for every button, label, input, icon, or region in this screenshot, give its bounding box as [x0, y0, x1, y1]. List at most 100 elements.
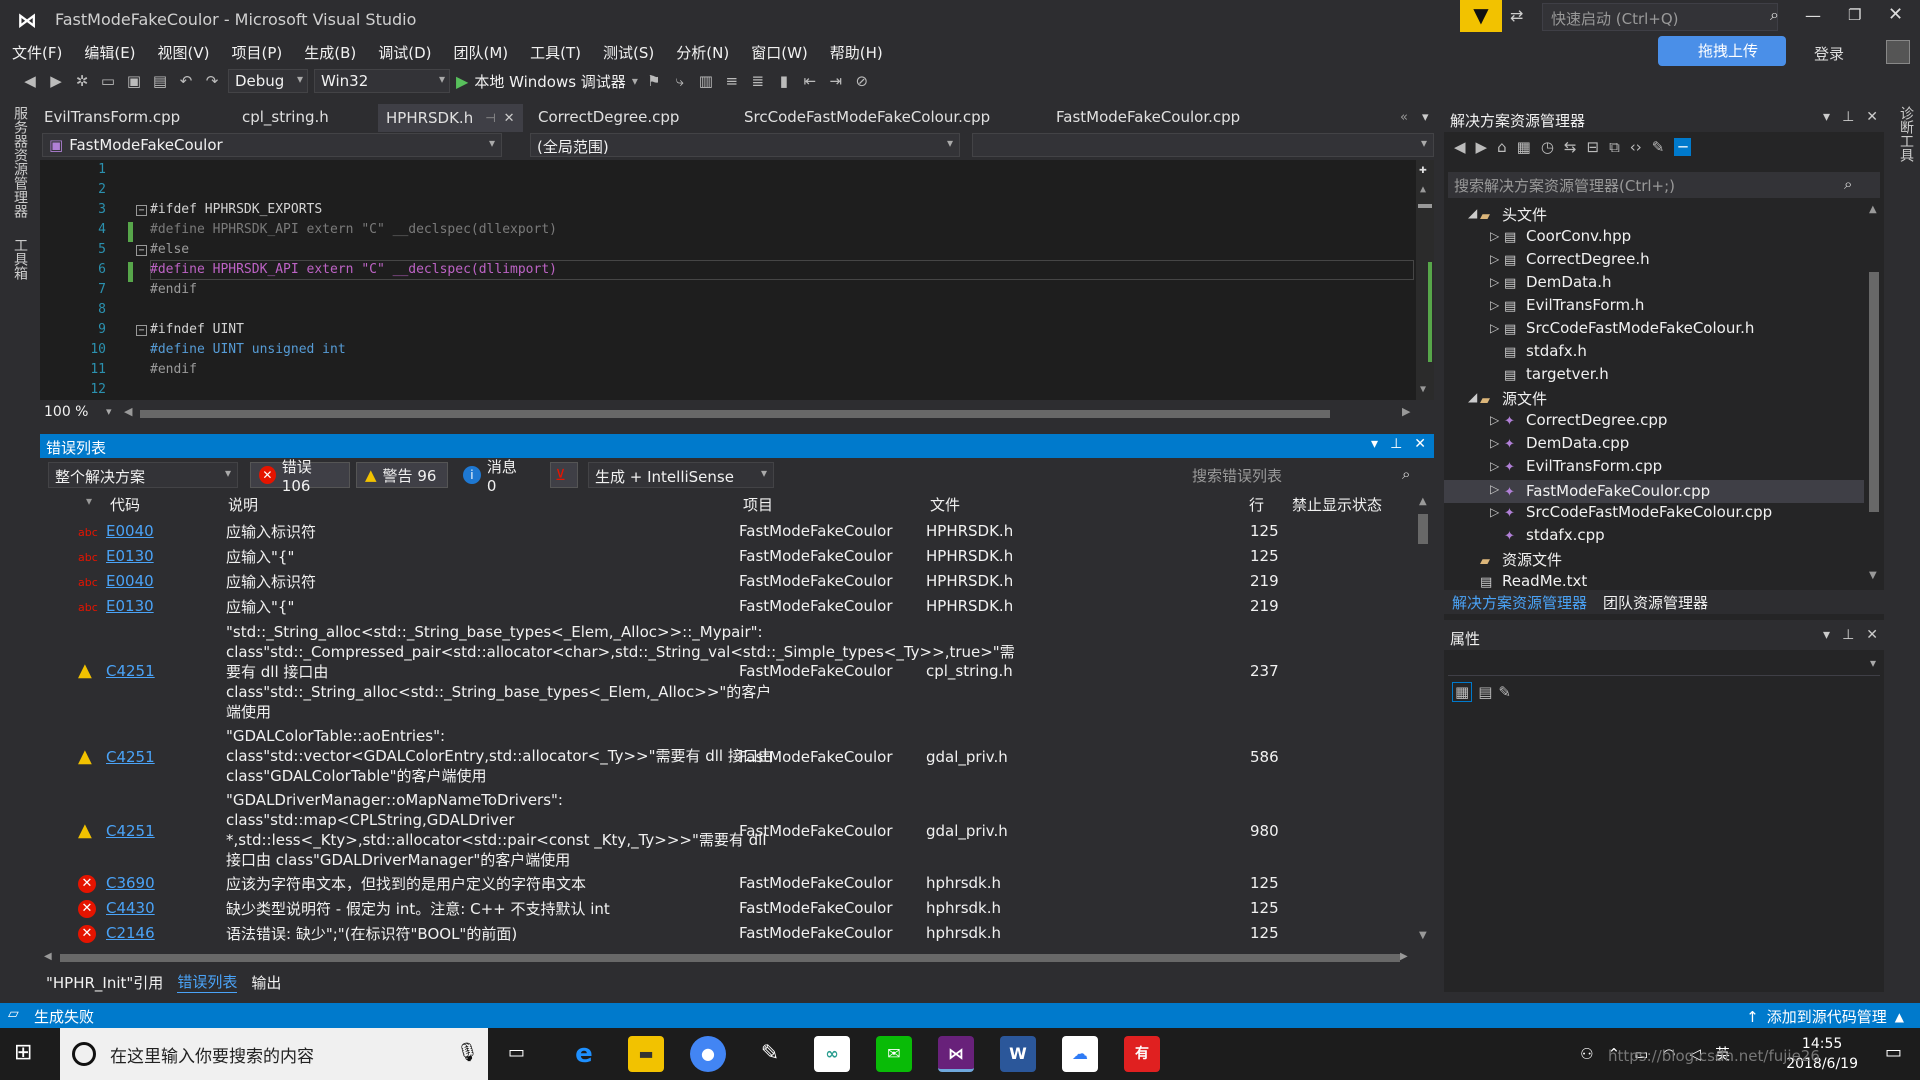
tree-item[interactable]: ▷ ▤ DemData.h [1490, 273, 1611, 296]
scope-select[interactable]: (全局范围) [530, 133, 960, 157]
tab-cpl-string-h[interactable]: cpl_string.h [242, 108, 329, 126]
browser-link-icon[interactable]: ⚑ [644, 72, 664, 90]
collapse-icon[interactable]: − [136, 245, 147, 256]
sort-icon[interactable]: ▾ [86, 494, 92, 508]
bookmark-icon[interactable]: ▮ [774, 72, 794, 90]
tab-solution-explorer[interactable]: 解决方案资源管理器 [1452, 592, 1587, 613]
collapsed-icon[interactable]: ▷ [1490, 229, 1499, 243]
error-scope-select[interactable]: 整个解决方案 [48, 462, 238, 488]
error-code-link[interactable]: E0040 [106, 572, 154, 590]
error-code-link[interactable]: C4251 [106, 662, 155, 680]
search-icon[interactable]: ⌕ [1844, 175, 1852, 193]
properties-wrench-icon[interactable]: ✎ [1652, 138, 1665, 156]
server-explorer-tab[interactable]: 服务器资源管理器 [10, 106, 30, 218]
column-file[interactable]: 文件 [930, 494, 960, 515]
collapse-all-icon[interactable]: ⊟ [1586, 138, 1599, 156]
tree-item[interactable]: ▷ ✦ DemData.cpp [1490, 434, 1629, 457]
split-icon[interactable]: ✚ [1419, 162, 1427, 177]
column-suppression[interactable]: 禁止显示状态 [1292, 494, 1382, 515]
scroll-up-icon[interactable]: ▲ [1420, 184, 1426, 195]
clear-bookmarks-icon[interactable]: ⊘ [852, 72, 872, 90]
menu-team[interactable]: 团队(M) [454, 42, 509, 63]
solution-search-input[interactable]: 搜索解决方案资源管理器(Ctrl+;) [1448, 172, 1880, 198]
tab-references[interactable]: "HPHR_Init"引用 [46, 972, 163, 993]
tab-fastmode-cpp[interactable]: FastModeFakeCoulor.cpp [1056, 108, 1240, 126]
diagnostics-tab[interactable]: 诊断工具 [1896, 106, 1916, 162]
warnings-filter-button[interactable]: ▲ 警告 96 [356, 462, 448, 488]
chrome-icon[interactable]: ● [690, 1036, 726, 1072]
pin-icon[interactable]: ⊣ [485, 111, 495, 125]
new-project-icon[interactable]: ✲ [72, 72, 92, 90]
clear-filter-icon[interactable]: ⊻ [550, 462, 578, 488]
search-icon[interactable]: ⌕ [1770, 5, 1779, 25]
menu-edit[interactable]: 编辑(E) [84, 42, 135, 63]
alphabetical-icon[interactable]: ▤ [1478, 683, 1492, 701]
outdent-icon[interactable]: ≣ [748, 72, 768, 90]
tab-eviltransform-cpp[interactable]: EvilTransForm.cpp [44, 108, 180, 126]
sync-icon[interactable]: ⇆ [1564, 138, 1577, 156]
undo-icon[interactable]: ↶ [176, 72, 196, 90]
collapse-icon[interactable]: − [136, 205, 147, 216]
people-icon[interactable]: ⚇ [1580, 1045, 1593, 1063]
tree-item-selected[interactable]: ▷ ✦ FastModeFakeCoulor.cpp [1444, 480, 1864, 503]
error-code-link[interactable]: C3690 [106, 874, 155, 892]
open-folder-icon[interactable]: ▭ [98, 72, 118, 90]
menu-tools[interactable]: 工具(T) [530, 42, 581, 63]
back-icon[interactable]: ◀ [20, 72, 40, 90]
save-icon[interactable]: ▣ [124, 72, 144, 90]
editor-vertical-scrollbar[interactable]: ✚ ▲ ▼ [1416, 160, 1434, 400]
solution-config-select[interactable]: Debug [228, 69, 308, 93]
scroll-right-icon[interactable]: ▶ [1402, 405, 1410, 418]
error-code-link[interactable]: C4430 [106, 899, 155, 917]
forward-icon[interactable]: ▶ [46, 72, 66, 90]
expanded-icon[interactable]: ◢ [1468, 390, 1477, 404]
tab-team-explorer[interactable]: 团队资源管理器 [1603, 592, 1708, 613]
collapsed-icon[interactable]: ▷ [1490, 252, 1499, 266]
youdao-icon[interactable]: 有 [1124, 1036, 1160, 1072]
paint-icon[interactable]: ✎ [752, 1036, 788, 1072]
collapsed-icon[interactable]: ▷ [1490, 436, 1499, 450]
table-row[interactable]: ✕ C4430 缺少类型说明符 - 假定为 int。注意: C++ 不支持默认 … [40, 899, 1410, 921]
file-explorer-icon[interactable]: ▬ [628, 1036, 664, 1072]
pin-icon[interactable]: ⊥ [1842, 109, 1854, 125]
collapsed-icon[interactable]: ▷ [1490, 275, 1499, 289]
close-icon[interactable]: ✕ [1866, 109, 1878, 125]
tab-srccode-cpp[interactable]: SrcCodeFastModeFakeColour.cpp [744, 108, 990, 126]
column-description[interactable]: 说明 [228, 494, 258, 515]
table-row[interactable]: ▲ C4251 "GDALColorTable::aoEntries": cla… [40, 726, 1410, 788]
close-icon[interactable]: ✕ [1866, 627, 1878, 643]
hex-display-icon[interactable]: ▥ [696, 72, 716, 90]
project-select[interactable]: ▣ FastModeFakeCoulor [42, 133, 502, 157]
drag-upload-button[interactable]: 拖拽上传 [1658, 36, 1786, 66]
tree-item[interactable]: ▷ ▤ CoorConv.hpp [1490, 227, 1631, 250]
menu-window[interactable]: 窗口(W) [751, 42, 808, 63]
scroll-down-icon[interactable]: ▼ [1419, 930, 1427, 941]
chevron-down-icon[interactable]: ▾ [1870, 656, 1876, 670]
chevron-down-icon[interactable]: ▾ [1823, 627, 1830, 643]
column-code[interactable]: 代码 [110, 494, 140, 515]
quick-launch-input[interactable]: 快速启动 (Ctrl+Q) [1542, 3, 1778, 31]
expanded-icon[interactable]: ◢ [1468, 206, 1477, 220]
tree-item[interactable]: ▷ ✦ EvilTransForm.cpp [1490, 457, 1662, 480]
step-icon[interactable]: ⤷ [670, 72, 690, 90]
pending-changes-icon[interactable]: ◷ [1541, 138, 1554, 156]
tree-item[interactable]: ▷ ▤ CorrectDegree.h [1490, 250, 1650, 273]
chevron-down-icon[interactable]: ▾ [1371, 436, 1378, 452]
cloud-drive-icon[interactable]: ∞ [814, 1036, 850, 1072]
categorized-icon[interactable]: ▦ [1452, 682, 1473, 702]
column-project[interactable]: 项目 [743, 494, 773, 515]
scroll-thumb[interactable] [1418, 514, 1428, 544]
scroll-left-icon[interactable]: ◀ [124, 405, 132, 418]
error-code-link[interactable]: C2146 [106, 924, 155, 942]
pin-icon[interactable]: ⊥ [1390, 436, 1402, 452]
source-control-button[interactable]: ↑ 添加到源代码管理 ▲ [1746, 1006, 1904, 1027]
collapsed-icon[interactable]: ▷ [1490, 321, 1499, 335]
solution-vertical-scrollbar[interactable]: ▲ ▼ [1864, 202, 1884, 586]
table-row[interactable]: abc E0130 应输入"{" FastModeFakeCoulor HPHR… [40, 597, 1410, 619]
table-row[interactable]: ✕ C2146 语法错误: 缺少";"(在标识符"BOOL"的前面) FastM… [40, 924, 1410, 946]
edge-icon[interactable]: e [566, 1036, 602, 1072]
taskbar-search-box[interactable]: 在这里输入你要搜索的内容 🎙 [60, 1028, 488, 1080]
tree-item[interactable]: ▷ ✦ SrcCodeFastModeFakeColour.cpp [1490, 503, 1772, 526]
editor-horizontal-scroll-thumb[interactable] [140, 410, 1330, 418]
collapsed-icon[interactable]: ▷ [1490, 298, 1499, 312]
